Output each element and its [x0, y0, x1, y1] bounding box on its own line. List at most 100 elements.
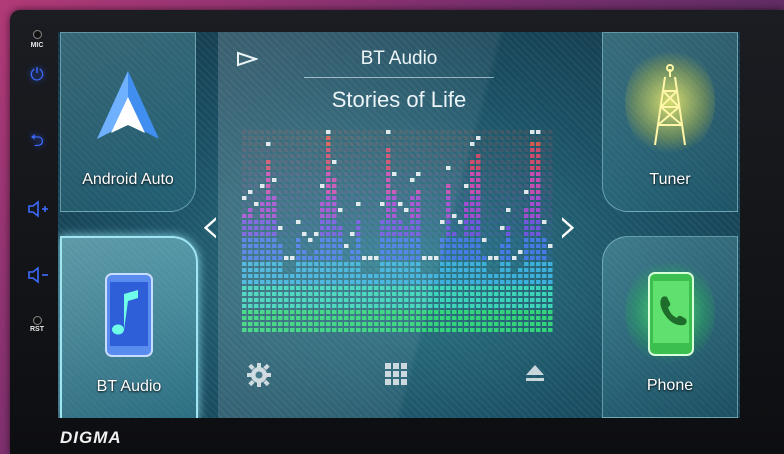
- menu-button[interactable]: [384, 362, 408, 386]
- visualizer-cell: [266, 184, 271, 188]
- visualizer-cell: [362, 178, 367, 182]
- visualizer-cell: [362, 220, 367, 224]
- visualizer-cell: [266, 274, 271, 278]
- volume-down-button[interactable]: [24, 262, 50, 288]
- visualizer-cell: [386, 268, 391, 272]
- visualizer-cell: [428, 304, 433, 308]
- visualizer-cell: [464, 238, 469, 242]
- visualizer-cell: [242, 130, 247, 134]
- visualizer-cell: [254, 286, 259, 290]
- tuner-tile[interactable]: Tuner: [602, 32, 738, 212]
- visualizer-cell: [530, 142, 535, 146]
- android-auto-tile[interactable]: Android Auto: [60, 32, 196, 212]
- visualizer-cell: [518, 286, 523, 290]
- previous-button[interactable]: ‹: [200, 200, 221, 252]
- visualizer-peak: [380, 202, 385, 206]
- visualizer-cell: [284, 304, 289, 308]
- visualizer-cell: [524, 220, 529, 224]
- visualizer-cell: [440, 262, 445, 266]
- visualizer-cell: [296, 280, 301, 284]
- visualizer-cell: [296, 268, 301, 272]
- visualizer-cell: [254, 328, 259, 332]
- visualizer-cell: [266, 226, 271, 230]
- volume-up-button[interactable]: [24, 196, 50, 222]
- visualizer-cell: [494, 178, 499, 182]
- visualizer-cell: [440, 310, 445, 314]
- visualizer-cell: [488, 322, 493, 326]
- visualizer-cell: [284, 322, 289, 326]
- visualizer-cell: [452, 208, 457, 212]
- phone-tile[interactable]: Phone: [602, 236, 738, 418]
- visualizer-cell: [398, 256, 403, 260]
- visualizer-cell: [476, 232, 481, 236]
- visualizer-cell: [314, 262, 319, 266]
- visualizer-cell: [374, 322, 379, 326]
- visualizer-cell: [518, 238, 523, 242]
- visualizer-cell: [518, 262, 523, 266]
- visualizer-cell: [386, 310, 391, 314]
- visualizer-cell: [482, 286, 487, 290]
- visualizer-cell: [242, 244, 247, 248]
- settings-button[interactable]: [246, 362, 272, 388]
- visualizer-cell: [308, 196, 313, 200]
- visualizer-cell: [518, 196, 523, 200]
- visualizer-cell: [392, 208, 397, 212]
- visualizer-cell: [356, 160, 361, 164]
- next-button[interactable]: ›: [558, 200, 579, 252]
- visualizer-cell: [440, 256, 445, 260]
- visualizer-cell: [290, 142, 295, 146]
- visualizer-cell: [350, 226, 355, 230]
- visualizer-cell: [332, 238, 337, 242]
- visualizer-cell: [482, 184, 487, 188]
- visualizer-cell: [254, 268, 259, 272]
- mic-label: MIC: [30, 42, 44, 49]
- eject-button[interactable]: [524, 362, 546, 384]
- back-button[interactable]: ⮌: [24, 128, 50, 154]
- visualizer-cell: [500, 298, 505, 302]
- visualizer-cell: [518, 244, 523, 248]
- visualizer-cell: [404, 190, 409, 194]
- visualizer-cell: [434, 220, 439, 224]
- visualizer-cell: [272, 238, 277, 242]
- visualizer-cell: [512, 190, 517, 194]
- visualizer-cell: [290, 226, 295, 230]
- visualizer-cell: [482, 166, 487, 170]
- visualizer-cell: [242, 322, 247, 326]
- visualizer-cell: [266, 238, 271, 242]
- visualizer-cell: [452, 298, 457, 302]
- visualizer-cell: [290, 298, 295, 302]
- visualizer-cell: [320, 304, 325, 308]
- visualizer-cell: [320, 298, 325, 302]
- reset-hole[interactable]: [33, 316, 42, 325]
- visualizer-cell: [536, 286, 541, 290]
- visualizer-cell: [428, 298, 433, 302]
- visualizer-peak: [272, 178, 277, 182]
- visualizer-cell: [440, 142, 445, 146]
- visualizer-cell: [386, 292, 391, 296]
- visualizer-cell: [296, 256, 301, 260]
- visualizer-cell: [416, 226, 421, 230]
- visualizer-cell: [368, 328, 373, 332]
- visualizer-cell: [308, 274, 313, 278]
- visualizer-cell: [260, 256, 265, 260]
- visualizer-cell: [374, 310, 379, 314]
- visualizer-cell: [458, 178, 463, 182]
- visualizer-cell: [314, 190, 319, 194]
- visualizer-cell: [512, 310, 517, 314]
- visualizer-cell: [314, 154, 319, 158]
- visualizer-cell: [248, 310, 253, 314]
- visualizer-cell: [308, 160, 313, 164]
- visualizer-cell: [428, 154, 433, 158]
- visualizer-cell: [536, 208, 541, 212]
- visualizer-cell: [404, 310, 409, 314]
- visualizer-cell: [500, 202, 505, 206]
- visualizer-cell: [476, 256, 481, 260]
- visualizer-cell: [482, 142, 487, 146]
- visualizer-cell: [392, 310, 397, 314]
- visualizer-cell: [302, 184, 307, 188]
- volume-down-icon: [28, 266, 48, 284]
- visualizer-cell: [446, 202, 451, 206]
- bt-audio-tile[interactable]: BT Audio: [60, 236, 198, 418]
- power-button[interactable]: ⏻: [24, 62, 50, 88]
- visualizer-cell: [326, 232, 331, 236]
